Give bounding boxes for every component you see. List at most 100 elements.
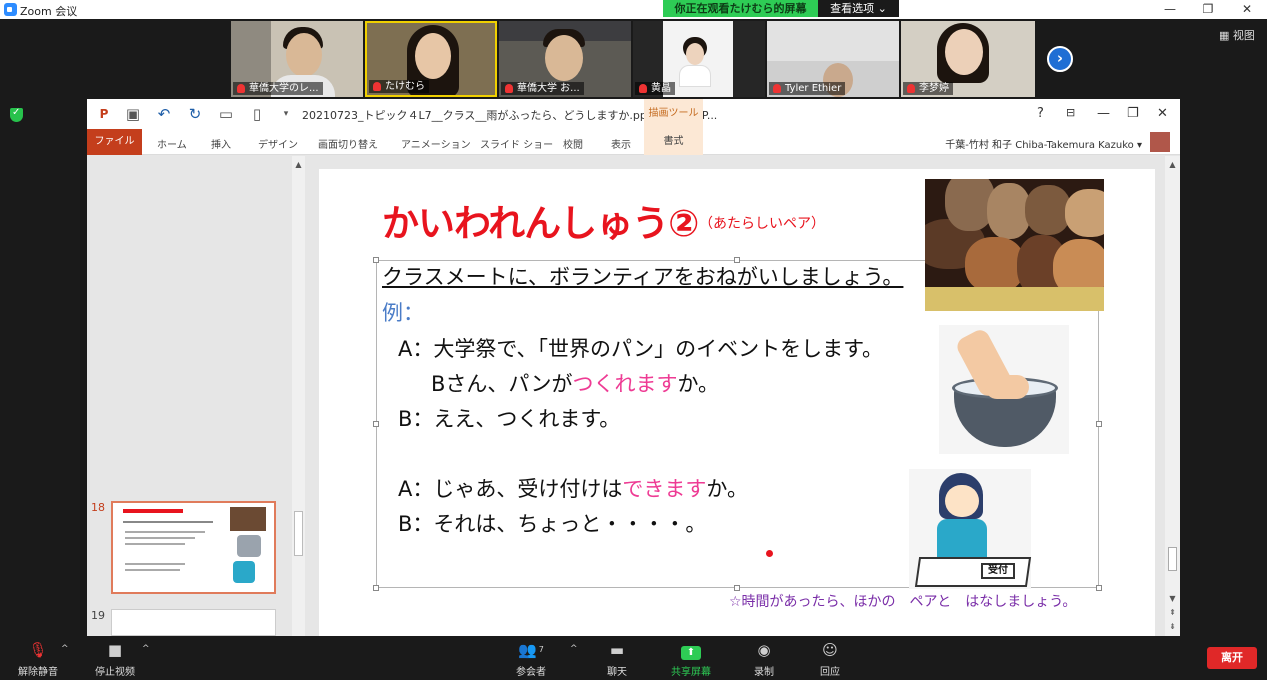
thumbnail-scrollbar[interactable]: ▲ bbox=[292, 156, 305, 636]
next-page-arrow-icon[interactable]: › bbox=[1047, 46, 1073, 72]
resize-handle[interactable] bbox=[373, 257, 379, 263]
unmute-label: 解除静音 bbox=[18, 667, 58, 678]
dialogue-line[interactable]: A：じゃあ、受け付けはできますか。 bbox=[398, 473, 748, 503]
example-label[interactable]: 例： bbox=[382, 297, 424, 327]
dialogue-line[interactable]: A：大学祭で、「世界のパン」のイベントをします。 bbox=[398, 333, 883, 363]
drawing-tools-label: 描画ツール bbox=[644, 99, 703, 129]
participants-button[interactable]: 👥 7 参会者 bbox=[511, 637, 551, 680]
participant-tile[interactable]: Tyler Ethier bbox=[767, 21, 899, 97]
user-avatar[interactable] bbox=[1150, 132, 1170, 152]
participants-icon: 👥 7 bbox=[518, 641, 544, 659]
participant-tile[interactable]: 李梦婷 bbox=[901, 21, 1035, 97]
kneading-bowl-image[interactable] bbox=[939, 325, 1069, 454]
close-button[interactable]: ✕ bbox=[1232, 1, 1262, 18]
zoom-logo-icon bbox=[4, 3, 17, 16]
resize-handle[interactable] bbox=[373, 421, 379, 427]
slideshow-icon[interactable]: ▭ bbox=[218, 106, 234, 122]
reactions-button[interactable]: ☺ 回应 bbox=[814, 637, 846, 680]
dialogue-text: か。 bbox=[677, 372, 720, 396]
slide-subtitle[interactable]: （あたらしいペア） bbox=[699, 213, 825, 233]
leave-button[interactable]: 离开 bbox=[1207, 647, 1257, 669]
quick-access-toolbar: P ▣ ↶ ↻ ▭ ▯ ▾ 20210723_トピック４L7__クラス__雨がふ… bbox=[87, 99, 1180, 129]
redo-icon[interactable]: ↻ bbox=[187, 106, 203, 122]
tab-file[interactable]: ファイル bbox=[87, 129, 142, 155]
scrollbar-thumb[interactable] bbox=[294, 511, 303, 556]
scrollbar-thumb[interactable] bbox=[1168, 547, 1177, 571]
share-screen-icon: ⬆ bbox=[668, 637, 714, 661]
scroll-down-arrow-icon[interactable]: ▼ bbox=[1165, 592, 1180, 605]
video-options-caret-icon[interactable]: ^ bbox=[142, 644, 150, 654]
ribbon-tabs: ファイル ホーム 挿入 デザイン 画面切り替え アニメーション スライド ショー… bbox=[87, 129, 1180, 155]
stop-video-button[interactable]: ■ 停止视频 bbox=[90, 637, 140, 680]
undo-icon[interactable]: ↶ bbox=[156, 106, 172, 122]
slide-thumbnail[interactable] bbox=[111, 609, 276, 636]
resize-handle[interactable] bbox=[1096, 421, 1102, 427]
audio-options-caret-icon[interactable]: ^ bbox=[61, 644, 69, 654]
slide-number: 18 bbox=[91, 501, 105, 514]
chat-button[interactable]: ▬ 聊天 bbox=[600, 637, 634, 680]
highlighted-text: つくれます bbox=[572, 372, 678, 396]
resize-handle[interactable] bbox=[1096, 585, 1102, 591]
zoom-window: Zoom 会议 — ❐ ✕ 你正在观看たけむら的屏幕 查看选项 ⌄ 華僑大学のレ… bbox=[0, 0, 1267, 680]
dialogue-text: か。 bbox=[706, 477, 748, 501]
app-title: Zoom 会议 bbox=[20, 5, 78, 18]
view-options-button[interactable]: 查看选项 ⌄ bbox=[818, 0, 899, 17]
user-account[interactable]: 千葉-竹村 和子 Chiba-Takemura Kazuko ▾ bbox=[945, 136, 1142, 151]
receptionist-body bbox=[937, 519, 987, 559]
slide-title[interactable]: かいわれんしゅう② bbox=[382, 193, 699, 247]
dialogue-text: A：じゃあ、受け付けは bbox=[398, 477, 623, 501]
tab-slideshow[interactable]: スライド ショー bbox=[480, 136, 553, 151]
participants-options-caret-icon[interactable]: ^ bbox=[570, 644, 578, 654]
tab-transitions[interactable]: 画面切り替え bbox=[318, 136, 378, 151]
participant-tile[interactable]: 華僑大学 お... bbox=[499, 21, 631, 97]
restore-button[interactable]: ❐ bbox=[1193, 1, 1223, 18]
ppt-close-button[interactable]: ✕ bbox=[1157, 106, 1168, 121]
customize-toolbar-icon[interactable]: ▾ bbox=[278, 106, 294, 122]
participant-tile-active-speaker[interactable]: たけむら bbox=[365, 21, 497, 97]
reception-sign: 受付 bbox=[981, 563, 1015, 579]
previous-slide-icon[interactable]: ⇞ bbox=[1165, 606, 1180, 619]
bread-image[interactable] bbox=[925, 179, 1104, 311]
tab-view[interactable]: 表示 bbox=[611, 136, 631, 151]
save-icon[interactable]: ▣ bbox=[125, 106, 141, 122]
security-shield-icon[interactable] bbox=[10, 107, 23, 122]
scroll-up-arrow-icon[interactable]: ▲ bbox=[1165, 158, 1180, 171]
slide: かいわれんしゅう② （あたらしいペア） クラスメートに、ボランティアをおねがいし… bbox=[319, 169, 1155, 636]
scroll-up-arrow-icon[interactable]: ▲ bbox=[292, 158, 305, 171]
tab-animations[interactable]: アニメーション bbox=[401, 136, 471, 151]
record-button[interactable]: ◉ 录制 bbox=[748, 637, 780, 680]
tab-review[interactable]: 校閲 bbox=[563, 136, 583, 151]
chat-bubble-icon: ▬ bbox=[609, 641, 625, 659]
dialogue-line[interactable]: B：ええ、つくれます。 bbox=[398, 403, 620, 433]
next-slide-icon[interactable]: ⇟ bbox=[1165, 620, 1180, 633]
viewing-screen-label: 你正在观看たけむら的屏幕 bbox=[663, 0, 818, 17]
resize-handle[interactable] bbox=[373, 585, 379, 591]
slide-scrollbar[interactable]: ▲ ▼ ⇞ ⇟ bbox=[1165, 156, 1180, 636]
participant-tile[interactable]: 華僑大学のレ... bbox=[231, 21, 363, 97]
ppt-restore-button[interactable]: ❐ bbox=[1127, 106, 1139, 121]
microphone-muted-icon: 🎙 bbox=[28, 641, 48, 659]
dialogue-line[interactable]: B：それは、ちょっと・・・・。 bbox=[398, 508, 706, 538]
help-button[interactable]: ? bbox=[1037, 106, 1044, 121]
tab-design[interactable]: デザイン bbox=[258, 136, 298, 151]
participant-count: 7 bbox=[538, 645, 544, 654]
slide-instruction[interactable]: クラスメートに、ボランティアをおねがいしましょう。 bbox=[382, 261, 903, 291]
share-banner: 你正在观看たけむら的屏幕 查看选项 ⌄ bbox=[663, 0, 899, 17]
slide-footer-note[interactable]: ☆時間があったら、ほかの ペアと はなしましょう。 bbox=[729, 591, 1076, 611]
share-screen-button[interactable]: ⬆ 共享屏幕 bbox=[668, 637, 714, 680]
tab-format[interactable]: 書式 bbox=[644, 129, 703, 155]
new-file-icon[interactable]: ▯ bbox=[249, 106, 265, 122]
stop-video-label: 停止视频 bbox=[95, 667, 135, 678]
slide-thumbnail-selected[interactable] bbox=[111, 501, 276, 594]
ribbon-display-icon[interactable]: ⊟ bbox=[1066, 106, 1075, 119]
dialogue-line[interactable]: Bさん、パンがつくれますか。 bbox=[431, 368, 719, 398]
ppt-minimize-button[interactable]: — bbox=[1097, 106, 1110, 121]
participant-tile[interactable]: 黄晶 bbox=[633, 21, 765, 97]
minimize-button[interactable]: — bbox=[1155, 1, 1185, 18]
tab-home[interactable]: ホーム bbox=[157, 136, 187, 151]
tab-insert[interactable]: 挿入 bbox=[211, 136, 231, 151]
view-button[interactable]: 视图 bbox=[1219, 27, 1255, 43]
reception-image[interactable]: 受付 bbox=[909, 469, 1032, 589]
meeting-toolbar: 🎙 解除静音 ^ ■ 停止视频 ^ 👥 7 参会者 ^ ▬ 聊天 ⬆ 共享屏幕 ◉… bbox=[0, 637, 1267, 680]
unmute-button[interactable]: 🎙 解除静音 bbox=[14, 637, 62, 680]
